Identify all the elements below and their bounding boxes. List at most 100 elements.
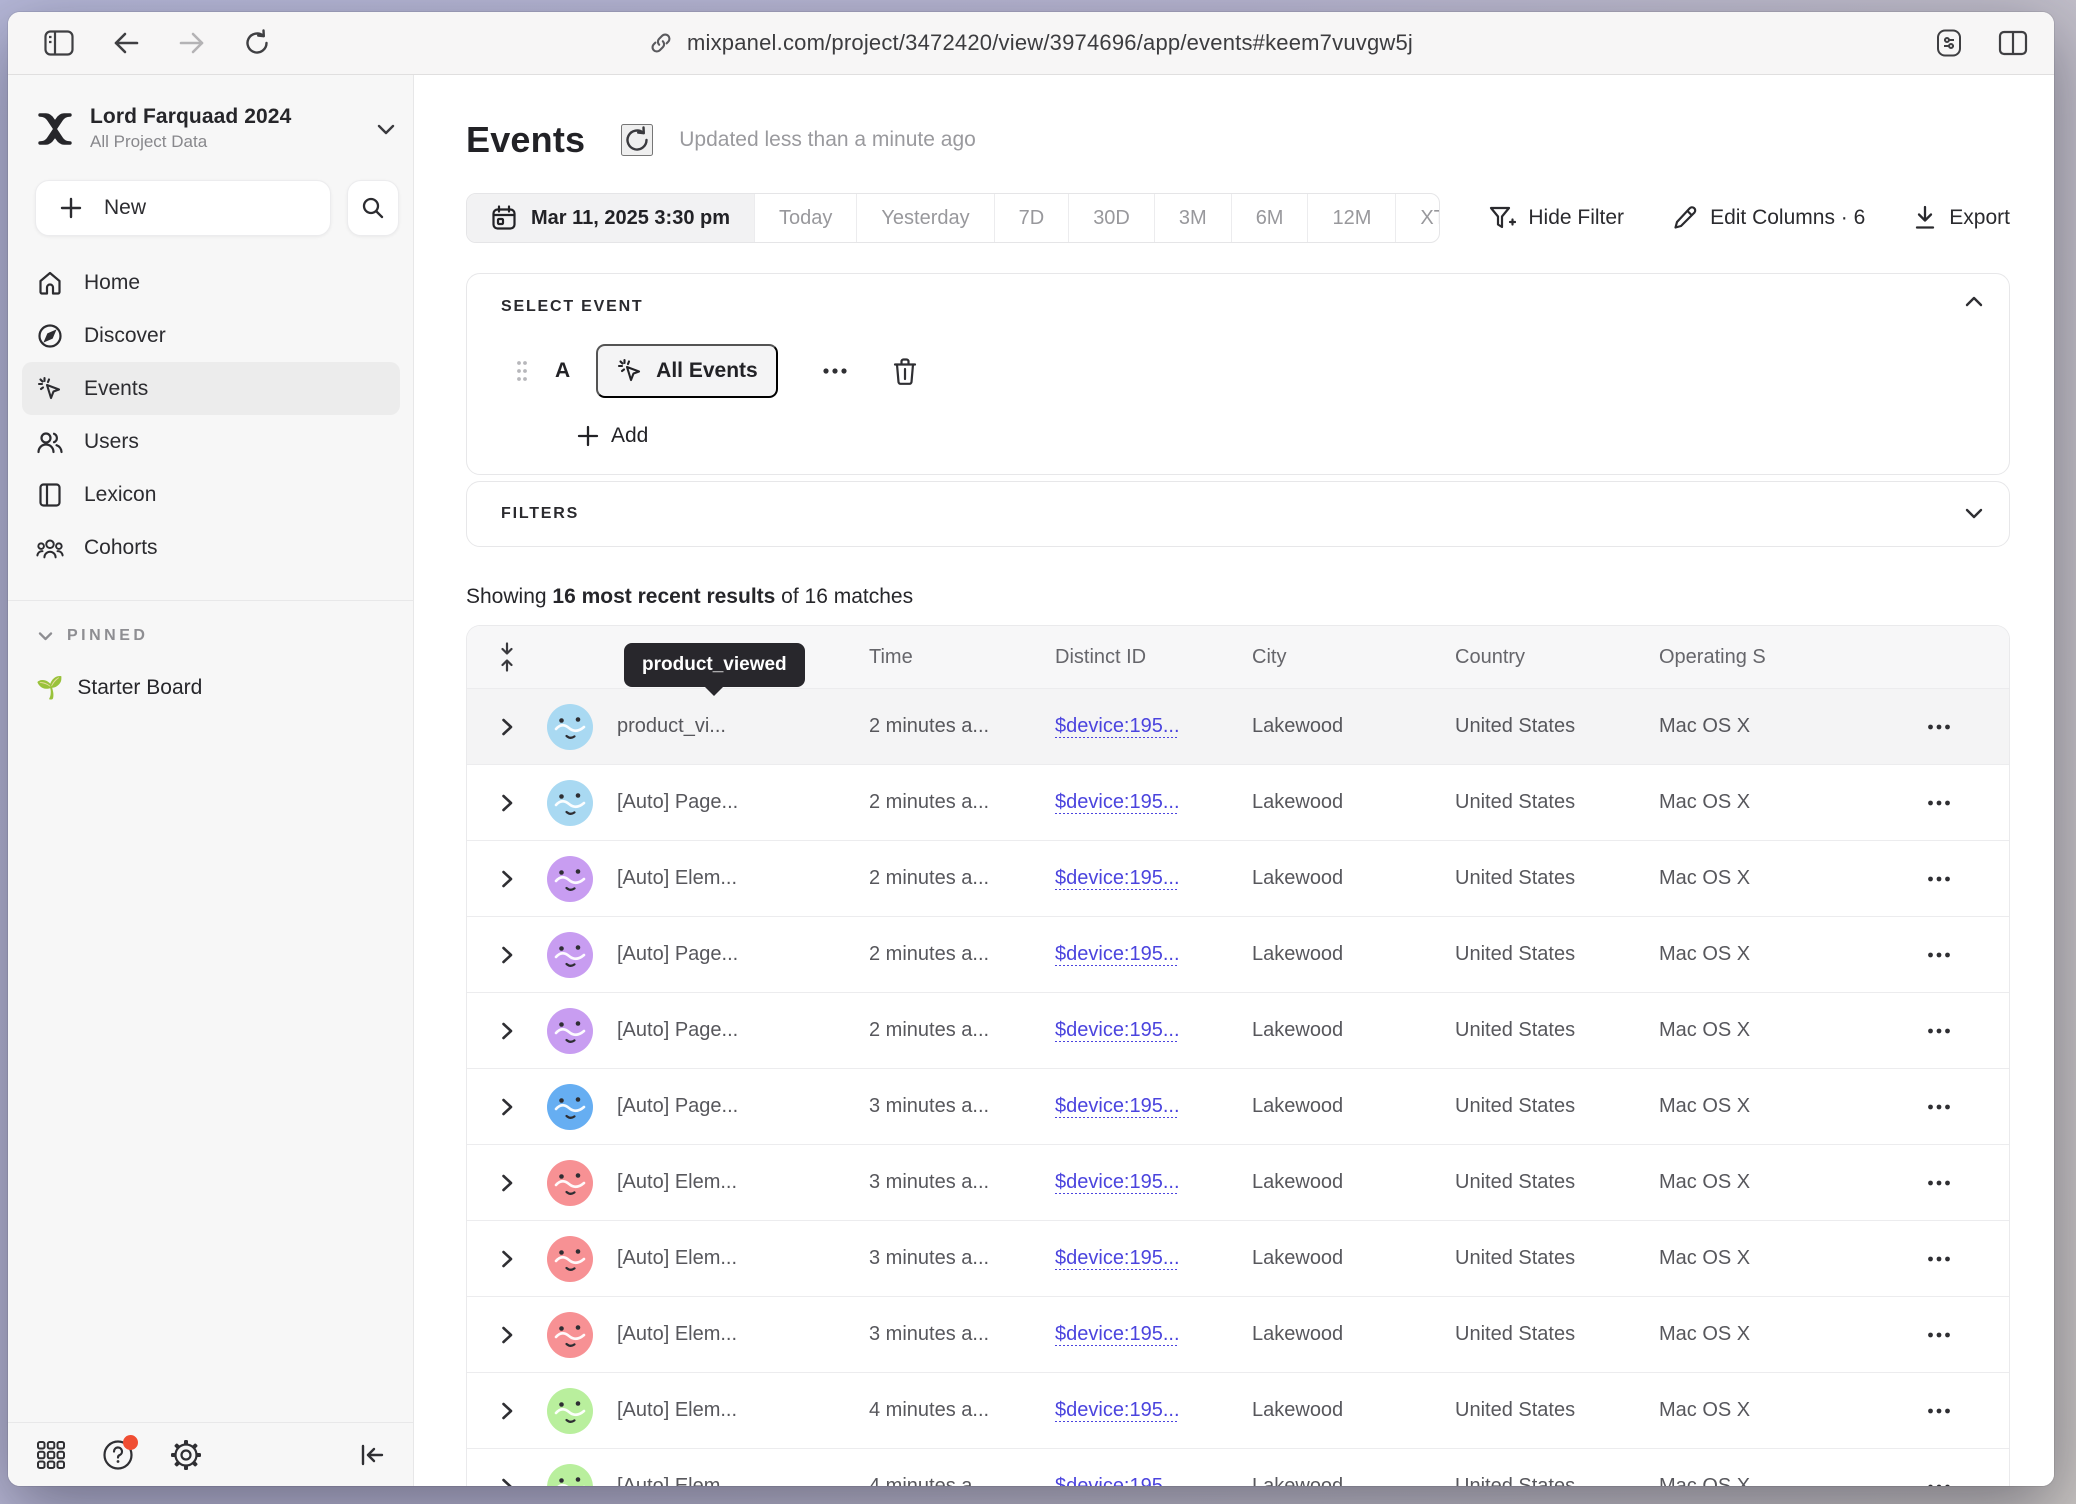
distinct-id-link[interactable]: $device:195... (1055, 1475, 1252, 1486)
apps-grid-icon[interactable] (36, 1440, 66, 1470)
event-options-ellipsis-icon[interactable] (822, 367, 848, 375)
expand-row-chevron-icon[interactable] (467, 1478, 547, 1487)
project-switcher[interactable]: Lord Farquaad 2024 All Project Data (36, 105, 395, 152)
range-yesterday[interactable]: Yesterday (856, 194, 993, 242)
range-12m[interactable]: 12M (1307, 194, 1395, 242)
range-3m[interactable]: 3M (1154, 194, 1231, 242)
row-actions-ellipsis-icon[interactable] (1869, 723, 2009, 731)
gear-icon[interactable] (170, 1439, 202, 1471)
distinct-id-link[interactable]: $device:195... (1055, 943, 1252, 966)
row-actions-ellipsis-icon[interactable] (1869, 875, 2009, 883)
sidebar-item-starter-board[interactable]: 🌱 Starter Board (36, 675, 413, 701)
select-event-panel: SELECT EVENT A (466, 273, 2010, 475)
new-button[interactable]: New (35, 180, 331, 236)
sidebar-item-users[interactable]: Users (22, 415, 400, 468)
all-events-chip[interactable]: All Events (596, 344, 778, 398)
table-row[interactable]: [Auto] Elem... 3 minutes a... $device:19… (467, 1296, 2009, 1372)
sidebar-item-home[interactable]: Home (22, 256, 400, 309)
range-xtd[interactable]: XTD (1395, 194, 1440, 242)
expand-row-chevron-icon[interactable] (467, 1098, 547, 1116)
expand-row-chevron-icon[interactable] (467, 794, 547, 812)
sidebar-toggle-icon[interactable] (44, 30, 74, 56)
table-row[interactable]: product_vi... 2 minutes a... $device:195… (467, 688, 2009, 764)
col-city[interactable]: City (1252, 646, 1455, 669)
date-picker-button[interactable]: Mar 11, 2025 3:30 pm (467, 194, 754, 242)
collapse-all-rows-icon[interactable] (467, 642, 547, 672)
address-bar[interactable]: mixpanel.com/project/3472420/view/397469… (649, 30, 1413, 56)
sidebar-item-discover[interactable]: Discover (22, 309, 400, 362)
users-icon (36, 430, 64, 454)
distinct-id-link[interactable]: $device:195... (1055, 1171, 1252, 1194)
export-button[interactable]: Export (1913, 205, 2010, 231)
distinct-id-link[interactable]: $device:195... (1055, 1019, 1252, 1042)
row-actions-ellipsis-icon[interactable] (1869, 1027, 2009, 1035)
table-row[interactable]: [Auto] Page... 3 minutes a... $device:19… (467, 1068, 2009, 1144)
distinct-id-link[interactable]: $device:195... (1055, 1399, 1252, 1422)
table-row[interactable]: [Auto] Elem... 4 minutes a... $device:19… (467, 1372, 2009, 1448)
pinned-section-header[interactable]: PINNED (38, 627, 413, 645)
edit-columns-button[interactable]: Edit Columns · 6 (1672, 205, 1865, 231)
country-cell: United States (1455, 1019, 1659, 1042)
page-settings-icon[interactable] (1934, 28, 1964, 58)
table-row[interactable]: [Auto] Elem... 2 minutes a... $device:19… (467, 840, 2009, 916)
expand-panel-chevron-down-icon[interactable] (1965, 508, 1983, 519)
col-operating-system[interactable]: Operating S (1659, 646, 1869, 669)
row-actions-ellipsis-icon[interactable] (1869, 799, 2009, 807)
event-name-cell: [Auto] Elem... (617, 1475, 869, 1486)
col-time[interactable]: Time (869, 646, 1055, 669)
city-cell: Lakewood (1252, 943, 1455, 966)
row-actions-ellipsis-icon[interactable] (1869, 1255, 2009, 1263)
sidebar-item-cohorts[interactable]: Cohorts (22, 521, 400, 574)
collapse-sidebar-icon[interactable] (359, 1443, 385, 1467)
expand-row-chevron-icon[interactable] (467, 1250, 547, 1268)
sidebar-item-events[interactable]: Events (22, 362, 400, 415)
row-actions-ellipsis-icon[interactable] (1869, 1407, 2009, 1415)
collapse-panel-chevron-up-icon[interactable] (1965, 296, 1983, 307)
back-icon[interactable] (112, 31, 140, 55)
distinct-id-link[interactable]: $device:195... (1055, 715, 1252, 738)
row-actions-ellipsis-icon[interactable] (1869, 1331, 2009, 1339)
expand-row-chevron-icon[interactable] (467, 1022, 547, 1040)
table-row[interactable]: [Auto] Page... 2 minutes a... $device:19… (467, 764, 2009, 840)
expand-row-chevron-icon[interactable] (467, 870, 547, 888)
expand-row-chevron-icon[interactable] (467, 718, 547, 736)
reload-icon[interactable] (244, 29, 270, 57)
range-30d[interactable]: 30D (1068, 194, 1154, 242)
hide-filter-button[interactable]: Hide Filter (1488, 204, 1624, 232)
range-7d[interactable]: 7D (994, 194, 1069, 242)
table-row[interactable]: [Auto] Elem... 4 minutes a... $device:19… (467, 1448, 2009, 1486)
search-button[interactable] (347, 180, 399, 236)
select-event-title: SELECT EVENT (501, 298, 1979, 316)
trash-icon[interactable] (892, 357, 918, 385)
distinct-id-link[interactable]: $device:195... (1055, 1323, 1252, 1346)
table-row[interactable]: [Auto] Page... 2 minutes a... $device:19… (467, 916, 2009, 992)
col-distinct-id[interactable]: Distinct ID (1055, 646, 1252, 669)
sidebar-item-lexicon[interactable]: Lexicon (22, 468, 400, 521)
distinct-id-link[interactable]: $device:195... (1055, 1247, 1252, 1270)
edit-columns-label: Edit Columns · 6 (1710, 206, 1865, 230)
range-6m[interactable]: 6M (1231, 194, 1308, 242)
distinct-id-link[interactable]: $device:195... (1055, 1095, 1252, 1118)
row-actions-ellipsis-icon[interactable] (1869, 1103, 2009, 1111)
table-row[interactable]: [Auto] Elem... 3 minutes a... $device:19… (467, 1144, 2009, 1220)
row-actions-ellipsis-icon[interactable] (1869, 1483, 2009, 1487)
row-actions-ellipsis-icon[interactable] (1869, 1179, 2009, 1187)
forward-icon[interactable] (178, 31, 206, 55)
table-row[interactable]: [Auto] Page... 2 minutes a... $device:19… (467, 992, 2009, 1068)
col-country[interactable]: Country (1455, 646, 1659, 669)
table-row[interactable]: [Auto] Elem... 3 minutes a... $device:19… (467, 1220, 2009, 1296)
expand-row-chevron-icon[interactable] (467, 946, 547, 964)
expand-row-chevron-icon[interactable] (467, 1326, 547, 1344)
add-event-button[interactable]: Add (577, 424, 648, 448)
distinct-id-link[interactable]: $device:195... (1055, 867, 1252, 890)
event-name-cell: [Auto] Page... (617, 943, 869, 966)
split-view-icon[interactable] (1998, 30, 2028, 56)
range-today[interactable]: Today (754, 194, 856, 242)
expand-row-chevron-icon[interactable] (467, 1174, 547, 1192)
row-actions-ellipsis-icon[interactable] (1869, 951, 2009, 959)
country-cell: United States (1455, 943, 1659, 966)
distinct-id-link[interactable]: $device:195... (1055, 791, 1252, 814)
drag-handle-icon[interactable] (515, 359, 529, 383)
refresh-icon[interactable] (621, 124, 653, 156)
expand-row-chevron-icon[interactable] (467, 1402, 547, 1420)
